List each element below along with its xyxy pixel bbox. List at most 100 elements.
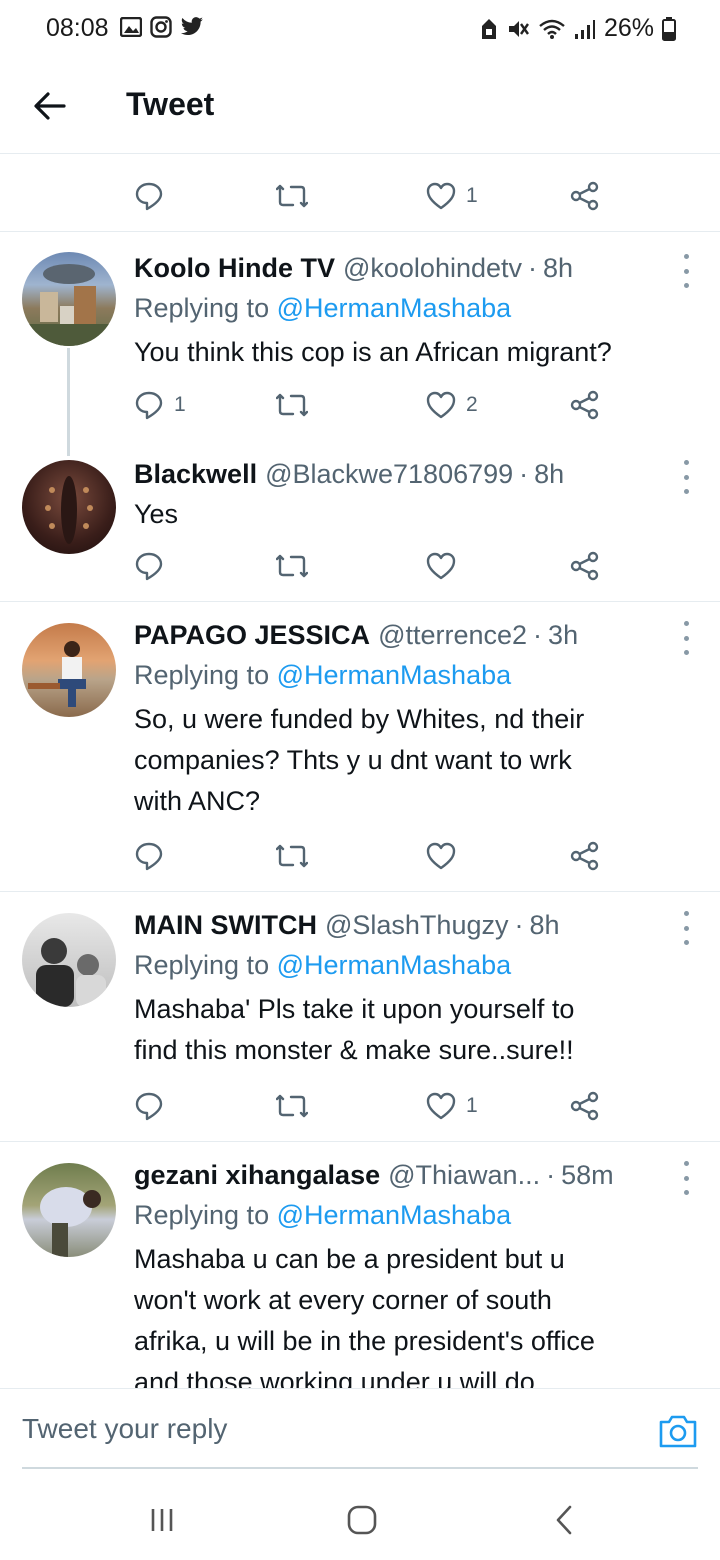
- like-button[interactable]: 1: [426, 176, 478, 216]
- tweet-time: 3h: [548, 620, 579, 650]
- tweet-body: Koolo Hinde TV @koolohindetv · 8h Replyi…: [134, 248, 696, 373]
- tweet-time: 8h: [534, 459, 565, 489]
- author-handle[interactable]: @SlashThugzy: [325, 905, 509, 945]
- divider: [0, 601, 720, 602]
- tweet-actions: [134, 546, 614, 586]
- reply-tweet[interactable]: PAPAGO JESSICA @tterrence2 · 3h Replying…: [0, 615, 720, 845]
- share-button[interactable]: [570, 1086, 600, 1126]
- tweet-header: Koolo Hinde TV @koolohindetv · 8h: [134, 248, 696, 288]
- tweet-body: Blackwell @Blackwe71806799 · 8h Yes: [134, 454, 696, 535]
- input-underline: [22, 1467, 698, 1469]
- tweet-actions: 1: [134, 1086, 614, 1126]
- back-button[interactable]: [30, 86, 70, 126]
- like-button[interactable]: 2: [426, 385, 478, 425]
- instagram-icon: [150, 16, 172, 38]
- avatar[interactable]: [22, 913, 116, 1007]
- reply-icon: [135, 552, 163, 581]
- status-time: 08:08: [46, 14, 109, 42]
- tweet-body: PAPAGO JESSICA @tterrence2 · 3h Replying…: [134, 615, 696, 822]
- tweet-text: So, u were funded by Whites, nd their co…: [134, 704, 585, 816]
- system-back-button[interactable]: [544, 1500, 584, 1540]
- more-options-button[interactable]: [680, 460, 692, 494]
- like-button[interactable]: [426, 836, 466, 876]
- author-name[interactable]: Blackwell: [134, 454, 257, 494]
- recent-apps-button[interactable]: [142, 1500, 182, 1540]
- like-button[interactable]: 1: [426, 1086, 478, 1126]
- reply-tweet[interactable]: gezani xihangalase @Thiawan... · 58m Rep…: [0, 1155, 720, 1388]
- reply-count: 1: [174, 393, 186, 416]
- author-name[interactable]: Koolo Hinde TV: [134, 248, 335, 288]
- reply-composer: Tweet your reply: [0, 1388, 720, 1470]
- reply-button[interactable]: [134, 176, 174, 216]
- more-options-button[interactable]: [680, 1161, 692, 1195]
- reply-input[interactable]: Tweet your reply: [22, 1413, 227, 1445]
- avatar[interactable]: [22, 252, 116, 346]
- battery-percent: 26%: [603, 14, 654, 42]
- replying-to: Replying to @HermanMashaba: [134, 1200, 512, 1230]
- tweet-body: gezani xihangalase @Thiawan... · 58m Rep…: [134, 1155, 696, 1388]
- more-options-button[interactable]: [680, 911, 692, 945]
- mention-link[interactable]: @HermanMashaba: [277, 660, 512, 690]
- page-title: Tweet: [126, 86, 215, 122]
- mention-link[interactable]: @HermanMashaba: [277, 1200, 512, 1230]
- camera-button[interactable]: [658, 1413, 698, 1453]
- reply-icon: [135, 182, 163, 211]
- like-count: 2: [466, 393, 478, 416]
- like-button[interactable]: [426, 546, 466, 586]
- mute-icon: [506, 18, 530, 40]
- signal-icon: [574, 18, 596, 40]
- share-button[interactable]: [570, 836, 600, 876]
- retweet-button[interactable]: [276, 1086, 318, 1126]
- avatar[interactable]: [22, 623, 116, 717]
- mention-link[interactable]: @HermanMashaba: [277, 950, 512, 980]
- system-indicators: 26%: [480, 14, 676, 43]
- author-name[interactable]: PAPAGO JESSICA: [134, 615, 370, 655]
- author-handle[interactable]: @tterrence2: [378, 615, 527, 655]
- notification-icons: [120, 16, 204, 38]
- retweet-button[interactable]: [276, 176, 318, 216]
- share-button[interactable]: [570, 176, 600, 216]
- reply-icon: [135, 1092, 163, 1121]
- main-tweet-actions: 1: [134, 176, 614, 216]
- author-handle[interactable]: @Thiawan...: [388, 1155, 540, 1195]
- more-options-button[interactable]: [680, 621, 692, 655]
- tweet-header: gezani xihangalase @Thiawan... · 58m: [134, 1155, 696, 1195]
- retweet-icon: [276, 844, 308, 868]
- tweet-header: PAPAGO JESSICA @tterrence2 · 3h: [134, 615, 696, 655]
- camera-icon: [659, 1415, 697, 1448]
- retweet-button[interactable]: [276, 546, 318, 586]
- retweet-button[interactable]: [276, 836, 318, 876]
- share-button[interactable]: [570, 385, 600, 425]
- reply-button[interactable]: [134, 836, 174, 876]
- tweet-text: Mashaba' Pls take it upon yourself to fi…: [134, 994, 575, 1065]
- tweet-time: 8h: [529, 910, 560, 940]
- share-icon: [570, 1091, 599, 1121]
- reply-button[interactable]: 1: [134, 385, 186, 425]
- avatar[interactable]: [22, 1163, 116, 1257]
- more-options-button[interactable]: [680, 254, 692, 288]
- avatar[interactable]: [22, 460, 116, 554]
- author-name[interactable]: gezani xihangalase: [134, 1155, 380, 1195]
- reply-button[interactable]: [134, 1086, 174, 1126]
- mention-link[interactable]: @HermanMashaba: [277, 293, 512, 323]
- back-arrow-icon: [34, 92, 66, 120]
- author-handle[interactable]: @Blackwe71806799: [265, 454, 513, 494]
- share-icon: [570, 390, 599, 420]
- reply-button[interactable]: [134, 546, 174, 586]
- divider: [0, 231, 720, 232]
- reply-tweet[interactable]: MAIN SWITCH @SlashThugzy · 8h Replying t…: [0, 905, 720, 1095]
- battery-icon: [662, 16, 676, 41]
- replying-to: Replying to @HermanMashaba: [134, 293, 512, 323]
- author-handle[interactable]: @koolohindetv: [343, 248, 522, 288]
- home-icon: [347, 1505, 377, 1535]
- recent-apps-icon: [151, 1509, 173, 1531]
- thread-connector: [67, 348, 70, 456]
- tweet-body: MAIN SWITCH @SlashThugzy · 8h Replying t…: [134, 905, 696, 1071]
- retweet-button[interactable]: [276, 385, 318, 425]
- share-button[interactable]: [570, 546, 600, 586]
- tweet-header: MAIN SWITCH @SlashThugzy · 8h: [134, 905, 696, 945]
- heart-icon: [426, 182, 456, 210]
- retweet-icon: [276, 184, 308, 208]
- home-button[interactable]: [342, 1500, 382, 1540]
- author-name[interactable]: MAIN SWITCH: [134, 905, 317, 945]
